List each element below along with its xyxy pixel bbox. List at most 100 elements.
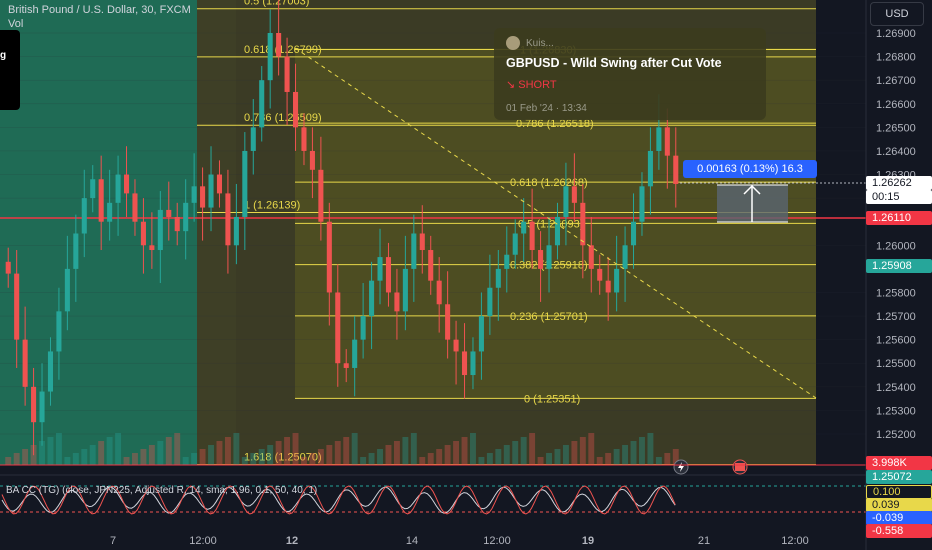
volume-bar (275, 441, 282, 465)
candle-body (208, 174, 214, 208)
candle-body (73, 233, 79, 269)
candle-body (115, 174, 121, 203)
price-tick: 1.25700 (876, 311, 916, 323)
candle-body (98, 179, 104, 222)
volume-bar (47, 437, 54, 465)
candle-body (149, 245, 155, 251)
avatar (506, 36, 520, 50)
currency-button[interactable]: USD (870, 2, 924, 26)
candle-body (56, 311, 62, 352)
idea-date: 01 Feb '24 · 13:34 (506, 103, 587, 114)
candle-body (588, 245, 594, 269)
idea-title[interactable]: GBPUSD - Wild Swing after Cut Vote (506, 56, 754, 70)
volume-price-label: 1.25072 (866, 470, 932, 484)
volume-bar (13, 453, 20, 465)
candle-body (292, 91, 299, 128)
volume-bar (317, 449, 324, 465)
volume-bar (546, 453, 552, 465)
candle-body (487, 287, 493, 317)
candle-body (250, 127, 256, 151)
volume-bar (72, 453, 79, 465)
candle-body (335, 292, 341, 364)
price-tick: 1.26800 (876, 52, 916, 64)
candle-body (622, 245, 628, 269)
volume-bar (309, 453, 316, 465)
volume-bar (267, 445, 274, 465)
volume-bar (233, 433, 240, 465)
volume-bar (292, 433, 299, 465)
volume-bar (470, 433, 476, 465)
candle-body (580, 202, 586, 246)
candle-body (166, 209, 172, 217)
price-tick: 1.25200 (876, 429, 916, 441)
volume-bar (385, 445, 392, 465)
price-tick: 1.26600 (876, 99, 916, 111)
candle-body (47, 351, 54, 392)
candle-body (402, 268, 408, 312)
volume-bar (132, 453, 138, 465)
idea-card[interactable]: Kuis... GBPUSD - Wild Swing after Cut Vo… (494, 28, 766, 120)
candle-body (233, 216, 239, 246)
time-label: 12 (286, 535, 298, 547)
volume-bar (622, 445, 629, 465)
volume-bar (115, 433, 122, 465)
time-axis (0, 530, 866, 550)
osc-value-3: -0.039 (866, 511, 932, 525)
price-tick: 1.25300 (876, 405, 916, 417)
candle-body (614, 268, 620, 293)
volume-bar (562, 445, 569, 465)
candle-body (301, 127, 307, 151)
volume-bar (461, 437, 468, 465)
candle-body (123, 174, 130, 194)
candle-body (191, 186, 197, 203)
volume-bar (410, 433, 417, 465)
candle-body (436, 280, 442, 305)
volume-bar (64, 457, 71, 465)
price-tick: 1.25400 (876, 382, 916, 394)
volume-bar (639, 437, 645, 465)
volume-bar (250, 453, 257, 465)
symbol-title[interactable]: British Pound / U.S. Dollar, 30, FXCM (8, 4, 191, 16)
volume-bar (140, 449, 147, 465)
volume-bar (284, 437, 291, 465)
candle-body (309, 150, 315, 170)
oscillator-title: BA CC (TG) (close, JPN225, Adjusted R, 1… (6, 485, 318, 496)
side-panel[interactable]: g (0, 30, 20, 110)
green-level-label: 1.25908 (866, 259, 932, 273)
idea-author: Kuis... (506, 36, 754, 50)
candle-body (216, 174, 223, 194)
volume-bar (596, 457, 603, 465)
candle-body (639, 186, 645, 222)
side-panel-letter: g (0, 50, 7, 61)
volume-bar (512, 441, 519, 465)
candle-body (673, 155, 679, 184)
volume-bar (402, 437, 409, 465)
price-chart[interactable]: 0.5 (1.27003)0.618 (1.26799)0.786 (1.265… (0, 0, 932, 550)
volume-bar (199, 449, 206, 465)
red-level-label: 1.26110 (866, 211, 932, 225)
price-tick: 1.26400 (876, 146, 916, 158)
candle-body (419, 233, 425, 251)
price-tick: 1.26700 (876, 75, 916, 87)
time-label: 12:00 (781, 535, 809, 547)
time-label: 12:00 (189, 535, 217, 547)
candle-body (276, 33, 282, 57)
volume-bar (123, 457, 130, 465)
author-name: Kuis... (526, 37, 554, 49)
volume-bar (165, 437, 172, 465)
osc-value-4: -0.558 (866, 524, 932, 538)
candle-body (478, 316, 484, 352)
candle-body (242, 150, 248, 217)
candle-body (360, 316, 366, 340)
candle-body (352, 339, 358, 368)
candle-body (563, 186, 569, 217)
volume-bar (419, 457, 426, 465)
volume-bar (351, 433, 358, 465)
volume-bar (55, 433, 62, 465)
volume-bar (368, 453, 375, 465)
candle-body (571, 186, 577, 203)
time-label: 12:00 (483, 535, 511, 547)
candle-body (664, 127, 670, 156)
candle-body (64, 268, 70, 312)
price-tick: 1.26900 (876, 28, 916, 40)
